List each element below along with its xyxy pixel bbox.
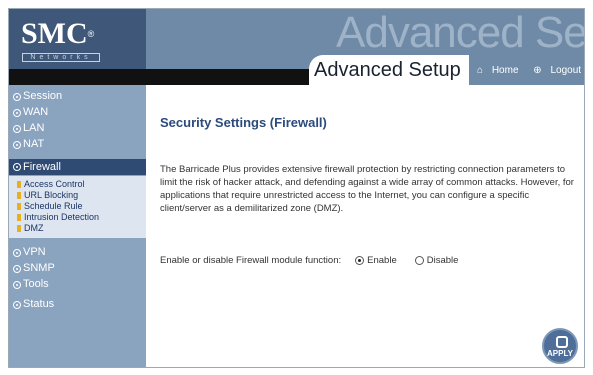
home-icon: ⌂: [477, 65, 484, 76]
bullet-icon: [13, 280, 21, 289]
home-link[interactable]: ⌂ Home: [477, 65, 525, 76]
submenu-item-url-blocking[interactable]: URL Blocking: [17, 190, 78, 201]
sidebar-item-tools[interactable]: Tools: [9, 277, 146, 292]
sidebar-item-nat[interactable]: NAT: [9, 137, 146, 152]
sidebar-item-status[interactable]: Status: [9, 297, 146, 312]
enable-radio[interactable]: [355, 256, 365, 265]
home-link-label: Home: [491, 65, 519, 76]
sidebar-item-session[interactable]: Session: [9, 89, 146, 104]
logout-link-label: Logout: [550, 65, 582, 76]
submenu-bullet-icon: [17, 225, 21, 232]
submenu-bullet-icon: [17, 214, 21, 221]
submenu-bullet-icon: [17, 192, 21, 199]
sidebar-item-wan[interactable]: WAN: [9, 105, 146, 120]
submenu-item-access-control[interactable]: Access Control: [17, 179, 85, 190]
bullet-icon: [13, 108, 21, 117]
sidebar-item-label: LAN: [23, 122, 45, 134]
bullet-icon: [13, 124, 21, 133]
sidebar-item-snmp[interactable]: SNMP: [9, 261, 146, 276]
firewall-submenu: Access Control URL Blocking Schedule Rul…: [9, 176, 146, 238]
header-strip: [9, 69, 309, 85]
main-content: Security Settings (Firewall) The Barrica…: [146, 85, 584, 367]
apply-button-label: APPLY: [547, 349, 573, 358]
page-frame: SMC® Networks Advanced Setup Advanced Se…: [8, 8, 585, 368]
sidebar-item-label: Tools: [23, 278, 49, 290]
bullet-icon: [13, 248, 21, 257]
submenu-item-intrusion-detection[interactable]: Intrusion Detection: [17, 212, 99, 223]
firewall-toggle-row: Enable or disable Firewall module functi…: [160, 255, 462, 266]
disable-radio[interactable]: [414, 256, 424, 265]
submenu-item-label: DMZ: [24, 223, 44, 233]
sidebar-item-label: WAN: [23, 106, 49, 118]
logout-icon: ⊕: [533, 65, 542, 76]
submenu-item-schedule-rule[interactable]: Schedule Rule: [17, 201, 83, 212]
bullet-icon: [13, 300, 21, 309]
disable-radio-label: Disable: [426, 255, 459, 266]
firewall-toggle-label: Enable or disable Firewall module functi…: [160, 255, 342, 266]
sidebar-item-lan[interactable]: LAN: [9, 121, 146, 136]
apply-icon: [556, 336, 568, 348]
bullet-icon: [13, 163, 21, 171]
logo-text: SMC: [21, 17, 88, 50]
sidebar-item-vpn[interactable]: VPN: [9, 245, 146, 260]
sidebar-item-firewall[interactable]: Firewall: [9, 159, 146, 175]
page-title: Security Settings (Firewall): [160, 115, 327, 130]
logo-subtitle: Networks: [22, 53, 100, 62]
sidebar-item-label: NAT: [23, 138, 45, 150]
submenu-bullet-icon: [17, 203, 21, 210]
sidebar-item-label: Firewall: [23, 160, 61, 173]
header-nav: ⌂ Home ⊕ Logout: [477, 65, 584, 76]
sidebar-item-label: Session: [23, 90, 63, 102]
sidebar: Session WAN LAN NAT Firewall Access Cont…: [9, 85, 146, 367]
bullet-icon: [13, 92, 21, 101]
page-heading: Advanced Setup: [314, 59, 461, 81]
submenu-item-label: URL Blocking: [24, 190, 79, 200]
sidebar-item-label: SNMP: [23, 262, 55, 274]
sidebar-item-label: VPN: [23, 246, 46, 258]
submenu-bullet-icon: [17, 181, 21, 188]
description-text: The Barricade Plus provides extensive fi…: [160, 164, 574, 214]
submenu-item-label: Intrusion Detection: [24, 212, 100, 222]
sidebar-item-label: Status: [23, 298, 55, 310]
registered-mark: ®: [87, 29, 95, 39]
bullet-icon: [13, 140, 21, 149]
logout-link[interactable]: ⊕ Logout: [533, 65, 584, 76]
submenu-item-dmz[interactable]: DMZ: [17, 223, 44, 234]
submenu-item-label: Schedule Rule: [24, 201, 83, 211]
enable-radio-label: Enable: [367, 255, 397, 266]
logo: SMC®: [21, 19, 94, 49]
header: SMC® Networks Advanced Setup Advanced Se…: [9, 8, 585, 85]
apply-button[interactable]: APPLY: [542, 328, 578, 364]
bullet-icon: [13, 264, 21, 273]
submenu-item-label: Access Control: [24, 179, 85, 189]
header-watermark: Advanced Setup: [336, 8, 585, 57]
